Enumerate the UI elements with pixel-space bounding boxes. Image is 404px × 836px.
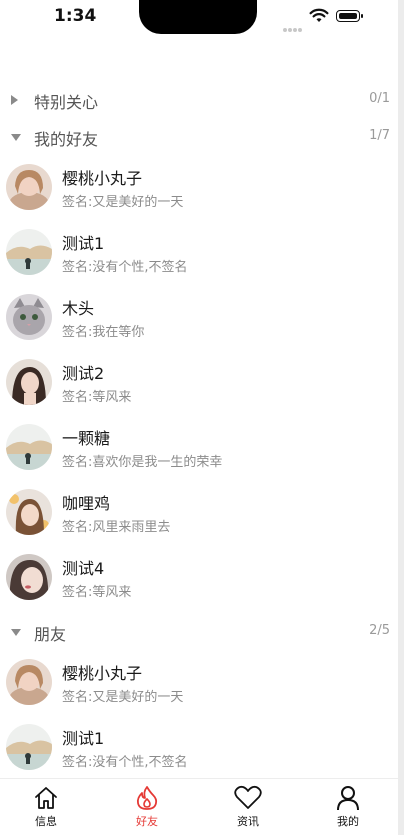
home-icon (35, 787, 57, 809)
group-online-count: 1/7 (369, 128, 390, 143)
girl-portrait-avatar (6, 659, 52, 705)
friend-name: 测试4 (62, 559, 105, 578)
friend-signature: 签名:我在等你 (62, 325, 145, 340)
group-name: 特别关心 (34, 93, 99, 112)
cellular-signal-icon (283, 17, 305, 32)
group-name: 我的好友 (34, 130, 99, 149)
tab-label: 我的 (337, 815, 359, 828)
friend-row[interactable]: 测试2 签名:等风来 (0, 359, 398, 419)
friend-signature: 签名:风里来雨里去 (62, 520, 171, 535)
tab-news[interactable]: 资讯 (213, 785, 283, 833)
tab-friends[interactable]: 好友 (112, 785, 182, 833)
friend-signature: 签名:喜欢你是我一生的荣幸 (62, 455, 223, 470)
group-online-count: 0/1 (369, 91, 390, 106)
friend-name: 樱桃小丸子 (62, 664, 143, 683)
friend-name: 测试2 (62, 364, 105, 383)
group-header-friends[interactable]: 朋友 2/5 (0, 617, 398, 647)
flame-icon (136, 786, 158, 810)
friend-row[interactable]: 樱桃小丸子 签名:又是美好的一天 (0, 164, 398, 224)
friend-name: 测试1 (62, 234, 105, 253)
friend-name: 咖哩鸡 (62, 494, 111, 513)
friend-name: 木头 (62, 299, 95, 318)
battery-icon (336, 10, 363, 22)
heart-icon (234, 785, 262, 809)
friend-name: 樱桃小丸子 (62, 169, 143, 188)
friend-signature: 签名:没有个性,不签名 (62, 755, 188, 770)
tab-label: 资讯 (237, 815, 259, 828)
friend-name: 测试1 (62, 729, 105, 748)
friend-row[interactable]: 樱桃小丸子 签名:又是美好的一天 (0, 659, 398, 719)
group-name: 朋友 (34, 625, 67, 644)
friend-row[interactable]: 测试1 签名:没有个性,不签名 (0, 724, 398, 784)
friend-row[interactable]: 木头 签名:我在等你 (0, 294, 398, 354)
friend-row[interactable]: 测试4 签名:等风来 (0, 554, 398, 614)
dynamic-island (139, 0, 257, 34)
friend-row[interactable]: 一颗糖 签名:喜欢你是我一生的荣幸 (0, 424, 398, 484)
girl-portrait-avatar (6, 554, 52, 600)
bottom-tab-bar: 信息 好友 资讯 我的 (0, 778, 398, 836)
screen-edge (398, 0, 404, 835)
group-header-special-care[interactable]: 特别关心 0/1 (0, 85, 398, 115)
friend-signature: 签名:等风来 (62, 585, 132, 600)
girl-portrait-avatar (6, 359, 52, 405)
status-time: 1:34 (54, 6, 97, 26)
tab-mine[interactable]: 我的 (313, 785, 383, 833)
tab-label: 信息 (35, 815, 57, 828)
chevron-down-icon (11, 629, 21, 636)
tab-label: 好友 (136, 815, 158, 828)
group-online-count: 2/5 (369, 623, 390, 638)
landscape-avatar (6, 424, 52, 470)
friend-signature: 签名:又是美好的一天 (62, 690, 184, 705)
landscape-avatar (6, 229, 52, 275)
friend-signature: 签名:又是美好的一天 (62, 195, 184, 210)
girl-flowers-avatar (6, 489, 52, 535)
friend-signature: 签名:等风来 (62, 390, 132, 405)
friend-name: 一颗糖 (62, 429, 111, 448)
friend-row[interactable]: 测试1 签名:没有个性,不签名 (0, 229, 398, 289)
person-icon (337, 786, 359, 811)
status-bar: 1:34 (0, 0, 398, 40)
cat-avatar (6, 294, 52, 340)
wifi-icon (309, 8, 329, 22)
group-header-my-friends[interactable]: 我的好友 1/7 (0, 122, 398, 152)
girl-portrait-avatar (6, 164, 52, 210)
friend-signature: 签名:没有个性,不签名 (62, 260, 188, 275)
chevron-right-icon (11, 95, 18, 105)
friend-row[interactable]: 咖哩鸡 签名:风里来雨里去 (0, 489, 398, 549)
landscape-avatar (6, 724, 52, 770)
tab-messages[interactable]: 信息 (11, 785, 81, 833)
chevron-down-icon (11, 134, 21, 141)
